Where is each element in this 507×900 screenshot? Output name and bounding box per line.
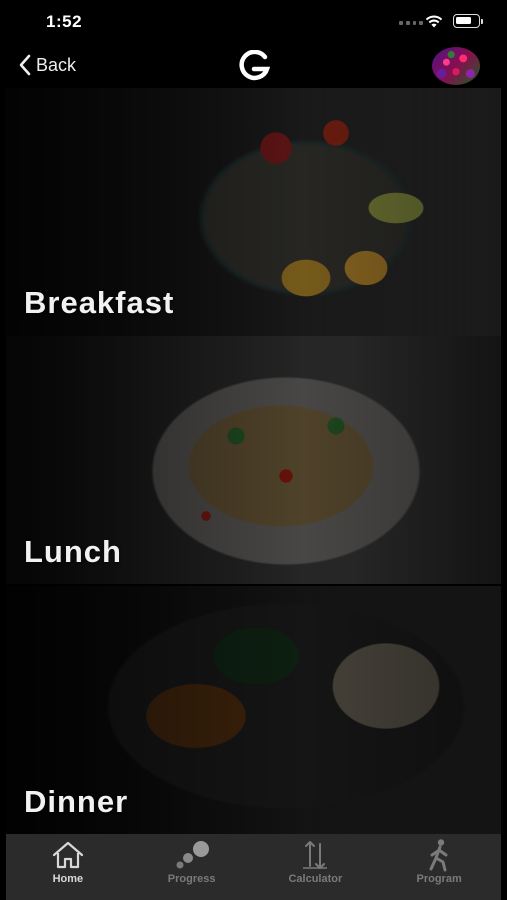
home-icon [52, 841, 83, 869]
meal-title-lunch: Lunch [24, 534, 122, 569]
meal-title-breakfast: Breakfast [24, 285, 175, 320]
status-bar: 1:52 [6, 0, 501, 42]
meal-card-dinner[interactable]: Dinner [6, 586, 501, 834]
tab-label-calculator: Calculator [288, 873, 343, 885]
tab-progress[interactable]: Progress [130, 834, 254, 900]
app-logo-g-icon [239, 50, 271, 81]
app-screen: 1:52 Back Breakfast Lunch Dinner Home Pr… [6, 0, 501, 900]
cellular-signal-icon [399, 21, 423, 27]
bottom-tab-bar: Home Progress Calculator Program [6, 834, 501, 900]
chevron-left-icon [19, 54, 31, 76]
meal-title-dinner: Dinner [24, 784, 129, 819]
wifi-icon [425, 15, 443, 28]
tab-program[interactable]: Program [377, 834, 501, 900]
progress-dots-icon [176, 841, 209, 869]
tab-label-progress: Progress [167, 873, 216, 885]
tab-label-program: Program [416, 873, 462, 885]
status-time: 1:52 [46, 12, 83, 31]
navigation-bar: Back [6, 42, 501, 88]
calculator-arrows-icon [303, 841, 328, 869]
walking-person-icon [429, 839, 448, 872]
tab-label-home: Home [52, 873, 84, 885]
back-button[interactable]: Back [18, 52, 76, 78]
meal-card-lunch[interactable]: Lunch [6, 336, 501, 584]
tab-calculator[interactable]: Calculator [254, 834, 378, 900]
tab-home[interactable]: Home [6, 834, 130, 900]
profile-avatar[interactable] [432, 47, 480, 85]
meal-category-list: Breakfast Lunch Dinner [6, 88, 501, 834]
battery-icon [453, 14, 483, 28]
battery-level-fill [456, 17, 471, 24]
back-label: Back [36, 54, 77, 75]
meal-card-breakfast[interactable]: Breakfast [6, 88, 501, 336]
